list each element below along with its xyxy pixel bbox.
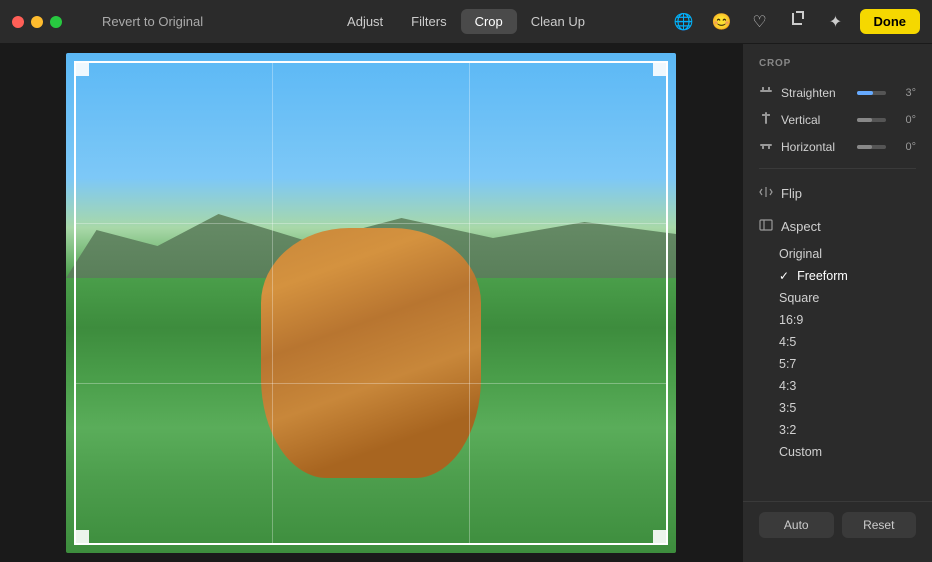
aspect-item-5-7[interactable]: 5:7	[743, 353, 932, 375]
horizontal-slider[interactable]	[857, 145, 886, 149]
tab-crop[interactable]: Crop	[461, 9, 517, 34]
crop-icon-button[interactable]	[784, 8, 812, 36]
close-button[interactable]	[12, 16, 24, 28]
auto-button[interactable]: Auto	[759, 512, 834, 538]
titlebar: Revert to Original Adjust Filters Crop C…	[0, 0, 932, 44]
sidebar: CROP Straighten 3°	[742, 44, 932, 562]
horizontal-icon	[759, 138, 773, 155]
vertical-slider-fill	[857, 118, 872, 122]
aspect-square-label: Square	[779, 291, 819, 305]
tab-cleanup[interactable]: Clean Up	[517, 9, 599, 34]
horizontal-row: Horizontal 0°	[743, 133, 932, 160]
horizontal-slider-fill	[857, 145, 872, 149]
magic-wand-icon: ✦	[829, 12, 842, 32]
heart-icon: ♡	[752, 12, 766, 32]
aspect-3-2-label: 3:2	[779, 423, 796, 437]
maximize-button[interactable]	[50, 16, 62, 28]
checkmark-icon: ✓	[779, 269, 789, 283]
straighten-label: Straighten	[781, 86, 849, 100]
aspect-5-7-label: 5:7	[779, 357, 796, 371]
aspect-item-original[interactable]: Original	[743, 243, 932, 265]
vertical-icon	[759, 111, 773, 128]
flip-label: Flip	[781, 186, 802, 201]
straighten-slider[interactable]	[857, 91, 886, 95]
window-controls	[12, 16, 62, 28]
divider-1	[759, 168, 916, 169]
photo-container	[66, 53, 676, 553]
aspect-custom-label: Custom	[779, 445, 822, 459]
aspect-header[interactable]: Aspect	[743, 210, 932, 243]
toolbar-right: 🌐 😊 ♡ ✦ Done	[670, 8, 921, 36]
aspect-item-custom[interactable]: Custom	[743, 441, 932, 463]
tab-adjust[interactable]: Adjust	[333, 9, 397, 34]
magic-wand-icon-button[interactable]: ✦	[822, 8, 850, 36]
aspect-item-4-3[interactable]: 4:3	[743, 375, 932, 397]
straighten-slider-fill	[857, 91, 873, 95]
horizontal-value: 0°	[894, 141, 916, 153]
aspect-original-label: Original	[779, 247, 822, 261]
flip-row[interactable]: Flip	[743, 177, 932, 210]
aspect-item-3-5[interactable]: 3:5	[743, 397, 932, 419]
sidebar-section-title: CROP	[743, 58, 932, 79]
photo-image	[66, 53, 676, 553]
straighten-icon	[759, 84, 773, 101]
reset-button[interactable]: Reset	[842, 512, 917, 538]
aspect-item-3-2[interactable]: 3:2	[743, 419, 932, 441]
aspect-4-5-label: 4:5	[779, 335, 796, 349]
photo-background	[66, 53, 676, 553]
crop-icon	[790, 11, 806, 32]
straighten-value: 3°	[894, 87, 916, 99]
emoji-icon-button[interactable]: 😊	[708, 8, 736, 36]
straighten-row: Straighten 3°	[743, 79, 932, 106]
tab-filters[interactable]: Filters	[397, 9, 460, 34]
aspect-item-4-5[interactable]: 4:5	[743, 331, 932, 353]
horizontal-label: Horizontal	[781, 140, 849, 154]
emoji-icon: 😊	[712, 12, 732, 32]
nav-tabs: Adjust Filters Crop Clean Up	[333, 9, 599, 34]
aspect-icon	[759, 218, 773, 235]
minimize-button[interactable]	[31, 16, 43, 28]
vertical-slider[interactable]	[857, 118, 886, 122]
done-button[interactable]: Done	[860, 9, 921, 34]
globe-icon: 🌐	[674, 12, 694, 32]
globe-icon-button[interactable]: 🌐	[670, 8, 698, 36]
flip-icon	[759, 185, 773, 202]
vertical-value: 0°	[894, 114, 916, 126]
aspect-label: Aspect	[781, 219, 821, 234]
aspect-item-square[interactable]: Square	[743, 287, 932, 309]
photo-area	[0, 44, 742, 562]
vertical-label: Vertical	[781, 113, 849, 127]
aspect-item-16-9[interactable]: 16:9	[743, 309, 932, 331]
vertical-row: Vertical 0°	[743, 106, 932, 133]
heart-icon-button[interactable]: ♡	[746, 8, 774, 36]
aspect-item-freeform[interactable]: ✓ Freeform	[743, 265, 932, 287]
main-content: CROP Straighten 3°	[0, 44, 932, 562]
revert-to-original-button[interactable]: Revert to Original	[102, 14, 203, 29]
sidebar-bottom-actions: Auto Reset	[743, 501, 932, 548]
aspect-freeform-label: Freeform	[797, 269, 848, 283]
aspect-4-3-label: 4:3	[779, 379, 796, 393]
aspect-3-5-label: 3:5	[779, 401, 796, 415]
aspect-16-9-label: 16:9	[779, 313, 803, 327]
